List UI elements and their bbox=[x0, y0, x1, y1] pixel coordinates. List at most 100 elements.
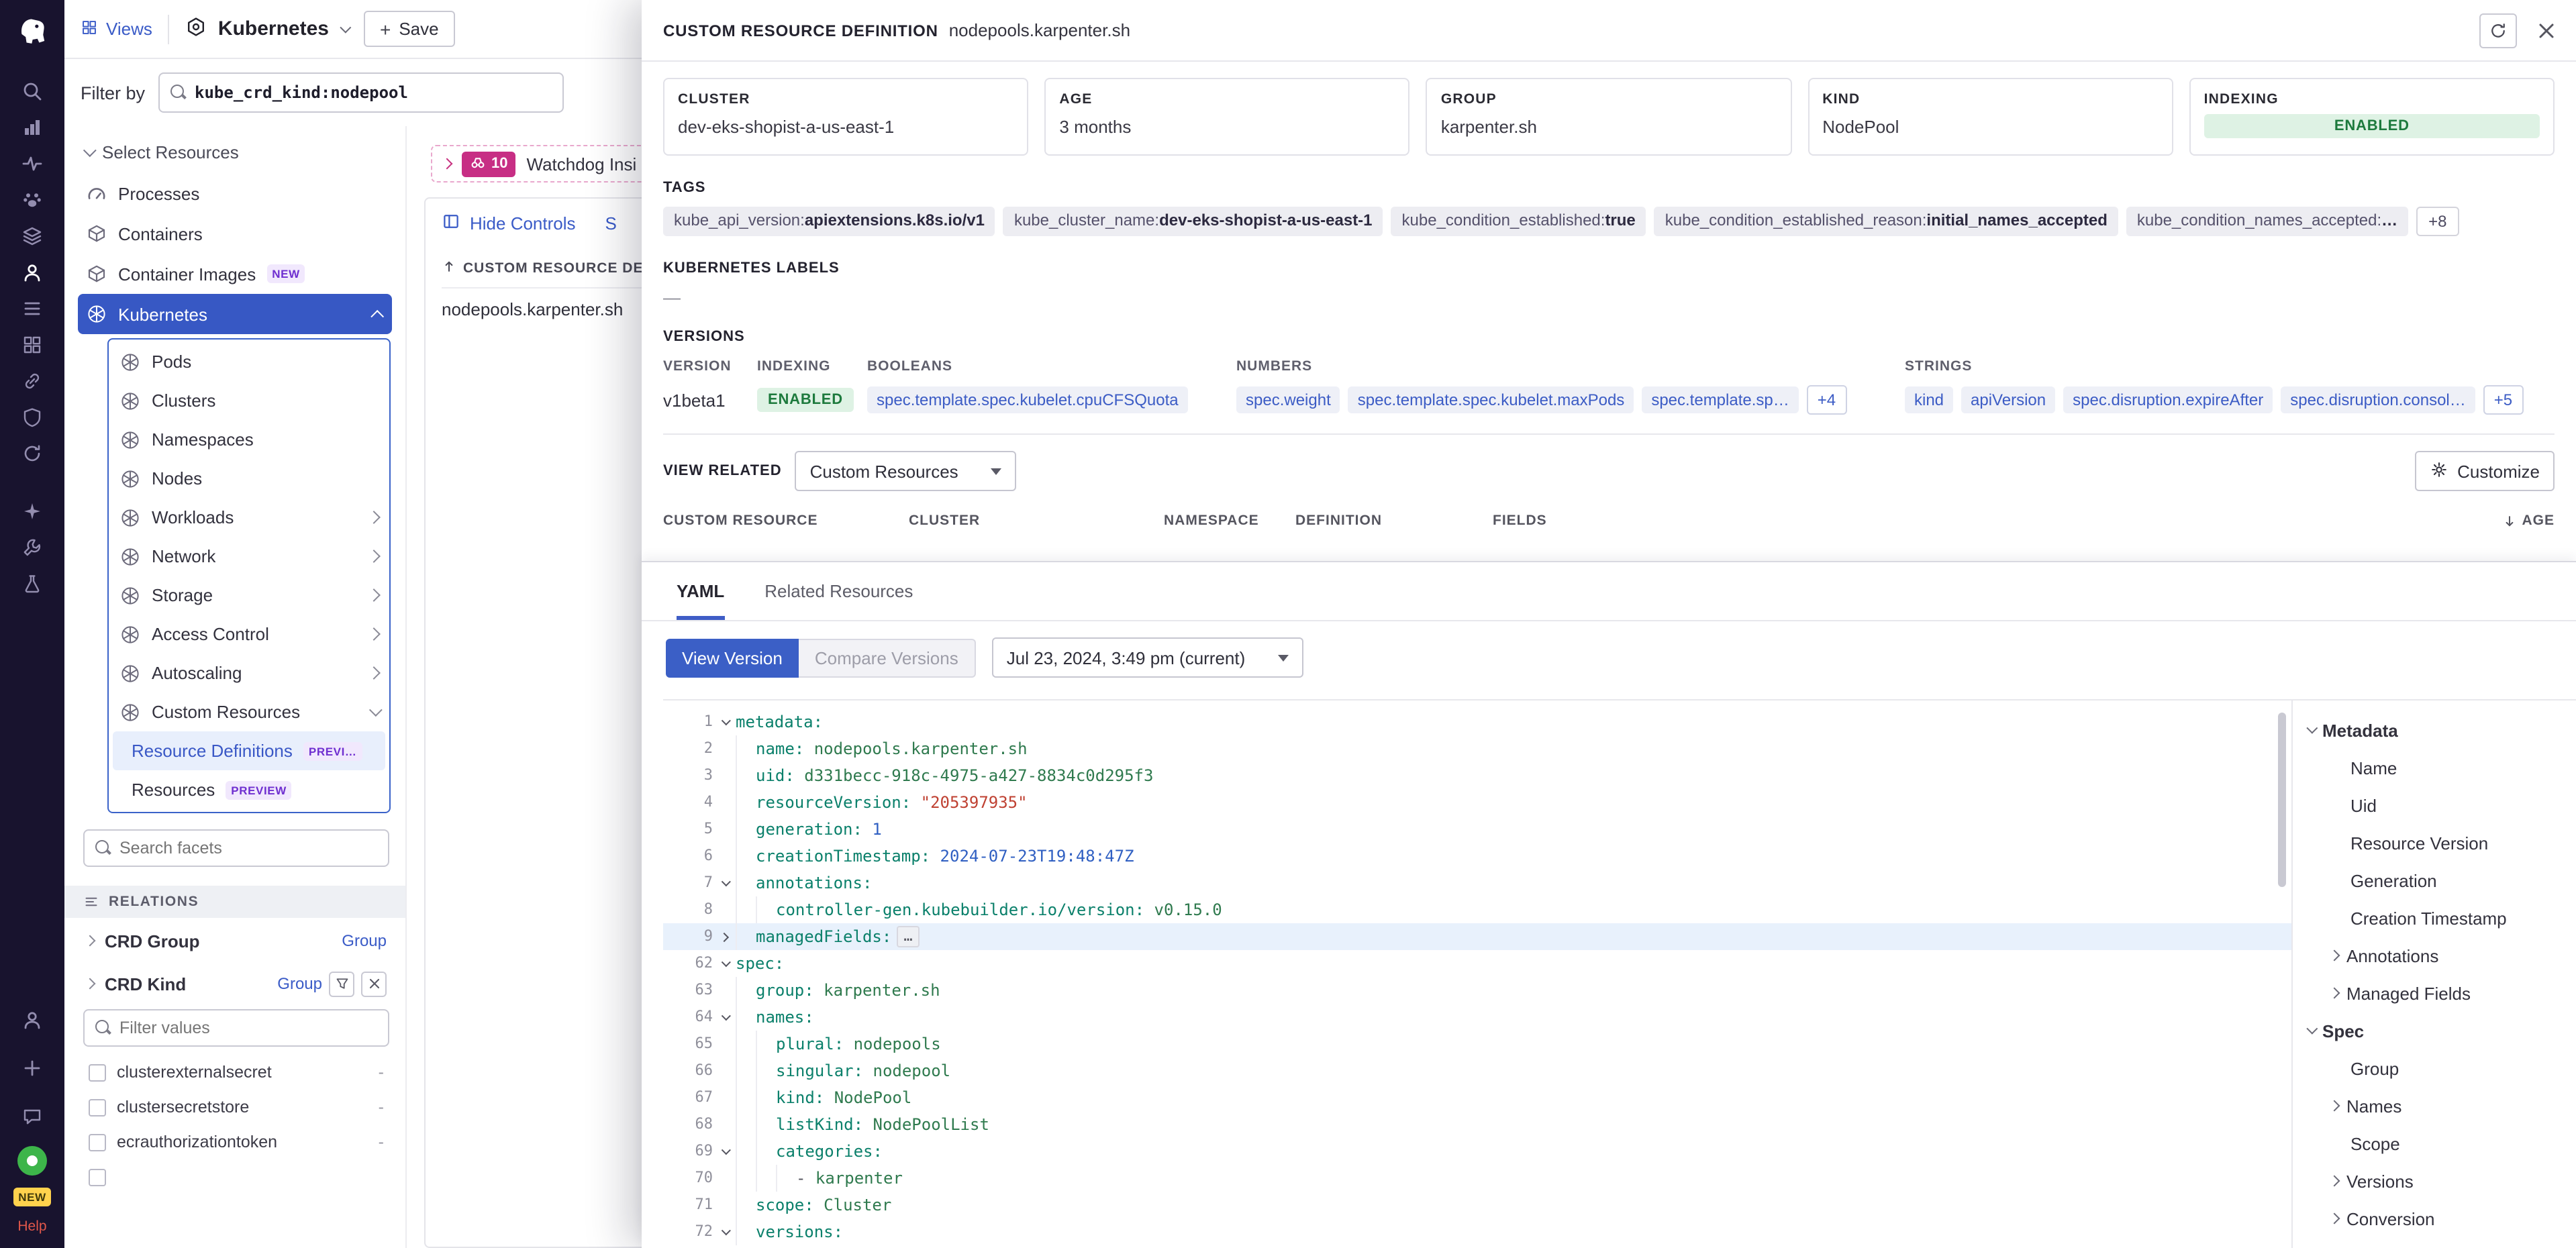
outline-annotations[interactable]: Annotations bbox=[2293, 937, 2576, 974]
sidebar-item-autoscaling[interactable]: Autoscaling bbox=[113, 654, 385, 692]
tab-yaml[interactable]: YAML bbox=[677, 581, 724, 620]
editor-scrollbar[interactable] bbox=[2278, 713, 2286, 887]
context-switcher[interactable]: Kubernetes bbox=[186, 15, 348, 42]
sidebar-item-processes[interactable]: Processes bbox=[78, 173, 395, 213]
field-chip[interactable]: spec.disruption.consol… bbox=[2281, 386, 2475, 413]
hide-controls-button[interactable]: Hide Controls bbox=[442, 212, 576, 235]
view-related-select[interactable]: Custom Resources bbox=[795, 451, 1016, 491]
layers-icon[interactable] bbox=[11, 217, 54, 254]
fold-toggle[interactable] bbox=[713, 880, 736, 886]
query-input[interactable] bbox=[195, 83, 552, 102]
tag[interactable]: kube_condition_established:true bbox=[1391, 207, 1646, 236]
plus-icon[interactable] bbox=[11, 1049, 54, 1086]
wrench-icon[interactable] bbox=[11, 529, 54, 565]
field-chip[interactable]: spec.template.spec.kubelet.maxPods bbox=[1348, 386, 1634, 413]
facet-value-ecrauthorizationtoken[interactable]: ecrauthorizationtoken- bbox=[78, 1125, 395, 1159]
yaml-editor[interactable]: 1metadata:2name: nodepools.karpenter.sh3… bbox=[663, 700, 2291, 1248]
sidebar-item-resources[interactable]: ResourcesPREVIEW bbox=[113, 770, 385, 809]
field-chip[interactable]: spec.template.spec.kubelet.cpuCFSQuota bbox=[867, 386, 1188, 413]
org-avatar[interactable] bbox=[17, 1146, 47, 1176]
checkbox[interactable] bbox=[89, 1133, 106, 1151]
sync-icon[interactable] bbox=[11, 435, 54, 471]
chart-icon[interactable] bbox=[11, 109, 54, 145]
filter-icon[interactable] bbox=[329, 971, 354, 996]
views-link[interactable]: Views bbox=[81, 18, 152, 40]
fold-toggle[interactable] bbox=[713, 933, 736, 940]
related-column-definition[interactable]: DEFINITION bbox=[1295, 513, 1493, 529]
tag[interactable]: kube_condition_names_accepted:… bbox=[2126, 207, 2408, 236]
filter-values-input[interactable] bbox=[119, 1019, 377, 1037]
clear-filter-icon[interactable] bbox=[361, 971, 387, 996]
fold-toggle[interactable] bbox=[713, 1148, 736, 1155]
pulse-icon[interactable] bbox=[11, 145, 54, 181]
tab-related-resources[interactable]: Related Resources bbox=[764, 581, 913, 620]
sidebar-item-workloads[interactable]: Workloads bbox=[113, 498, 385, 537]
tags-more-badge[interactable]: +8 bbox=[2416, 207, 2459, 236]
related-column-age[interactable]: AGE bbox=[2501, 513, 2555, 529]
sidebar-item-kubernetes[interactable]: Kubernetes bbox=[78, 294, 392, 334]
sidebar-item-storage[interactable]: Storage bbox=[113, 576, 385, 615]
tag[interactable]: kube_api_version:apiextensions.k8s.io/v1 bbox=[663, 207, 995, 236]
link-icon[interactable] bbox=[11, 362, 54, 399]
tag[interactable]: kube_cluster_name:dev-eks-shopist-a-us-e… bbox=[1003, 207, 1383, 236]
fold-toggle[interactable] bbox=[713, 1014, 736, 1021]
sidebar-item-pods[interactable]: Pods bbox=[113, 342, 385, 381]
save-button[interactable]: + Save bbox=[364, 11, 455, 47]
outline-names[interactable]: Names bbox=[2293, 1087, 2576, 1125]
fold-toggle[interactable] bbox=[713, 719, 736, 725]
checkbox[interactable] bbox=[89, 1168, 106, 1186]
shield-icon[interactable] bbox=[11, 399, 54, 435]
search-icon[interactable] bbox=[11, 72, 54, 109]
sidebar-item-nodes[interactable]: Nodes bbox=[113, 459, 385, 498]
list-icon[interactable] bbox=[11, 290, 54, 326]
close-icon[interactable] bbox=[2536, 19, 2557, 41]
outline-spec[interactable]: Spec bbox=[2293, 1012, 2576, 1049]
search-facets-input[interactable] bbox=[119, 839, 377, 857]
facet-group-crd-group[interactable]: CRD Group Group bbox=[78, 921, 395, 961]
flask-icon[interactable] bbox=[11, 565, 54, 601]
outline-generation[interactable]: Generation bbox=[2293, 862, 2576, 899]
facet-value-clusterexternalsecret[interactable]: clusterexternalsecret- bbox=[78, 1055, 395, 1090]
field-chip[interactable]: apiVersion bbox=[1961, 386, 2055, 413]
outline-uid[interactable]: Uid bbox=[2293, 786, 2576, 824]
facet-value-clustersecretstore[interactable]: clustersecretstore- bbox=[78, 1090, 395, 1125]
grid-icon[interactable] bbox=[11, 326, 54, 362]
compare-versions-button[interactable]: Compare Versions bbox=[799, 638, 976, 677]
sidebar-item-custom-resources[interactable]: Custom Resources bbox=[113, 692, 385, 731]
sidebar-item-containers[interactable]: Containers bbox=[78, 213, 395, 254]
related-column-custom-resource[interactable]: CUSTOM RESOURCE bbox=[663, 513, 909, 529]
outline-group[interactable]: Group bbox=[2293, 1049, 2576, 1087]
group-link[interactable]: Group bbox=[277, 974, 322, 993]
outline-conversion[interactable]: Conversion bbox=[2293, 1200, 2576, 1237]
field-chip[interactable]: spec.template.sp… bbox=[1642, 386, 1798, 413]
related-column-cluster[interactable]: CLUSTER bbox=[909, 513, 1164, 529]
checkbox[interactable] bbox=[89, 1063, 106, 1081]
sidebar-item-namespaces[interactable]: Namespaces bbox=[113, 420, 385, 459]
paw-icon[interactable] bbox=[11, 181, 54, 217]
fold-toggle[interactable] bbox=[713, 960, 736, 967]
fold-toggle[interactable] bbox=[713, 1229, 736, 1235]
field-chip[interactable]: kind bbox=[1905, 386, 1953, 413]
view-version-button[interactable]: View Version bbox=[666, 638, 799, 677]
outline-resource-version[interactable]: Resource Version bbox=[2293, 824, 2576, 862]
related-column-namespace[interactable]: NAMESPACE bbox=[1164, 513, 1295, 529]
checkbox[interactable] bbox=[89, 1098, 106, 1116]
select-resources-header[interactable]: Select Resources bbox=[83, 142, 395, 162]
sidebar-item-resource-definitions[interactable]: Resource DefinitionsPREVI… bbox=[113, 731, 385, 770]
outline-metadata[interactable]: Metadata bbox=[2293, 711, 2576, 749]
sidebar-item-network[interactable]: Network bbox=[113, 537, 385, 576]
outline-creation-timestamp[interactable]: Creation Timestamp bbox=[2293, 899, 2576, 937]
facet-group-crd-kind[interactable]: CRD Kind Group bbox=[78, 964, 395, 1004]
field-chip[interactable]: spec.weight bbox=[1236, 386, 1340, 413]
sidebar-item-access-control[interactable]: Access Control bbox=[113, 615, 385, 654]
more-fields-badge[interactable]: +5 bbox=[2483, 385, 2523, 415]
sidebar-item-clusters[interactable]: Clusters bbox=[113, 381, 385, 420]
datadog-logo[interactable] bbox=[12, 11, 52, 51]
outline-status[interactable]: Status bbox=[2293, 1237, 2576, 1248]
outline-versions[interactable]: Versions bbox=[2293, 1162, 2576, 1200]
outline-managed-fields[interactable]: Managed Fields bbox=[2293, 974, 2576, 1012]
field-chip[interactable]: spec.disruption.expireAfter bbox=[2063, 386, 2273, 413]
customize-button[interactable]: Customize bbox=[2414, 451, 2555, 491]
group-link[interactable]: Group bbox=[342, 931, 387, 950]
refresh-button[interactable] bbox=[2479, 13, 2517, 48]
